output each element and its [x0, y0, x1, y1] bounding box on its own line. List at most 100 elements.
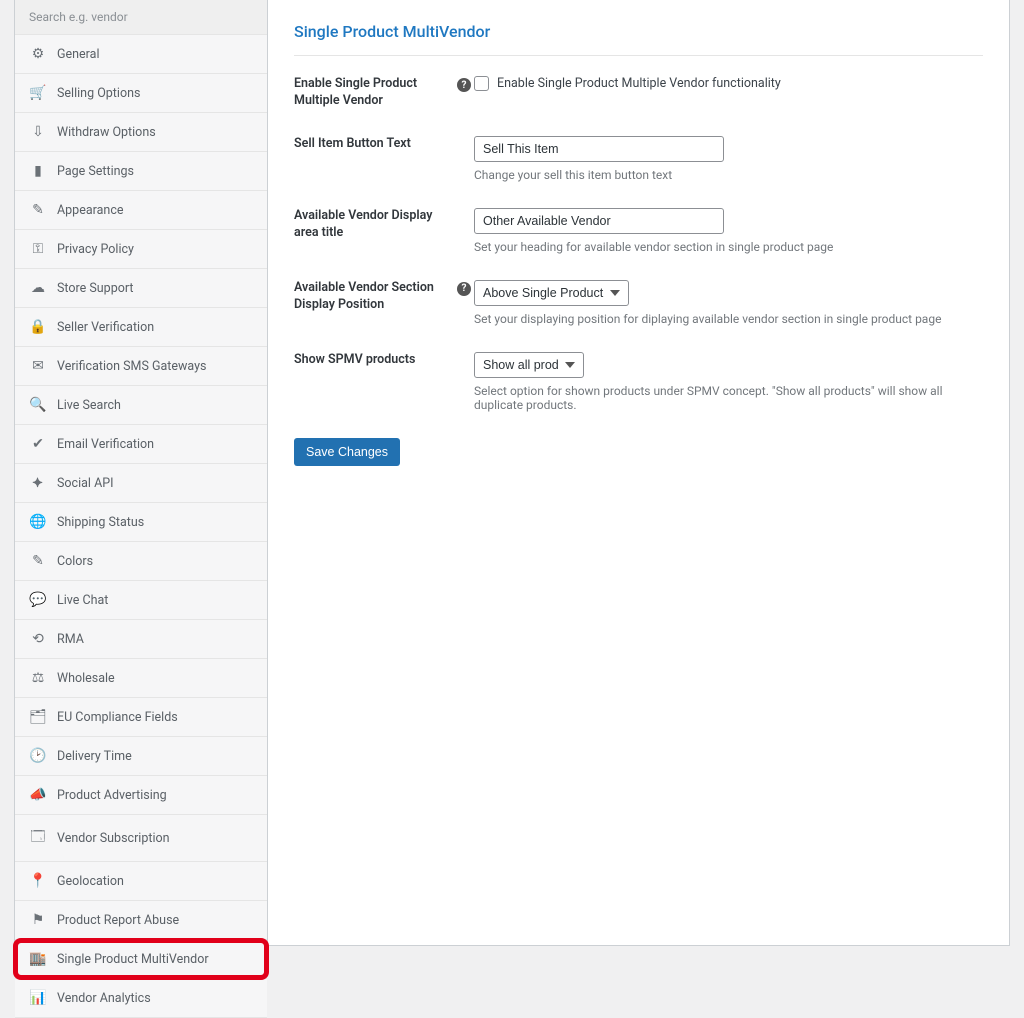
id-icon: 🗂	[29, 709, 47, 725]
sidebar-item-label: Geolocation	[57, 874, 124, 889]
sidebar-item-page-settings[interactable]: ▮ Page Settings	[15, 152, 267, 191]
chat-icon: ☁	[29, 280, 47, 296]
brush-icon: ✎	[29, 202, 47, 218]
sidebar-item-single-product-multivendor[interactable]: 🏬Single Product MultiVendor	[15, 940, 267, 979]
select-show-spmv[interactable]: Show all products	[474, 352, 584, 378]
key-icon: ⚿	[29, 241, 47, 257]
sidebar-item-seller-verification[interactable]: 🔒 Seller Verification	[15, 308, 267, 347]
sidebar-item-geolocation[interactable]: 📍 Geolocation	[15, 862, 267, 901]
label-area-title: Available Vendor Display area title	[294, 208, 454, 242]
label-enable-spmv: Enable Single Product Multiple Vendor	[294, 76, 454, 110]
sidebar-item-label: EU Compliance Fields	[57, 710, 178, 725]
sidebar-item-vendor-subscription[interactable]: 🗔 Vendor Subscription	[15, 815, 267, 862]
settings-container: Search e.g. vendor ⚙ General 🛒Selling Opti…	[0, 0, 1024, 946]
subscription-icon: 🗔	[29, 826, 47, 850]
checkbox-input-enable-spmv[interactable]	[474, 76, 489, 91]
label-display-position: Available Vendor Section Display Positio…	[294, 280, 454, 314]
page-title: Single Product MultiVendor	[294, 22, 983, 56]
sidebar-item-label: Product Report Abuse	[57, 913, 179, 928]
row-show-spmv: Show SPMV products Show all products Sel…	[294, 352, 983, 412]
gear-icon: ⚙	[29, 46, 47, 62]
megaphone-icon: 📣	[29, 787, 47, 803]
checkbox-label-enable-spmv: Enable Single Product Multiple Vendor fu…	[497, 76, 781, 91]
paint-icon: ✎	[29, 553, 47, 569]
sidebar-item-label: Email Verification	[57, 437, 154, 452]
sidebar-item-rma[interactable]: ⟲ RMA	[15, 620, 267, 659]
desc-display-position: Set your displaying position for diplayi…	[474, 312, 983, 326]
sidebar-item-label: Product Advertising	[57, 788, 167, 803]
page-icon: ▮	[29, 163, 47, 179]
sidebar-item-label: Privacy Policy	[57, 242, 134, 257]
sidebar-item-label: Colors	[57, 554, 93, 569]
sidebar-item-appearance[interactable]: ✎ Appearance	[15, 191, 267, 230]
sidebar-item-eu-compliance-fields[interactable]: 🗂 EU Compliance Fields	[15, 698, 267, 737]
checkbox-enable-spmv[interactable]: Enable Single Product Multiple Vendor fu…	[474, 76, 983, 91]
help-icon[interactable]: ?	[457, 78, 471, 92]
row-area-title: Available Vendor Display area title Set …	[294, 208, 983, 254]
sidebar-item-general[interactable]: ⚙ General	[15, 35, 267, 74]
withdraw-icon: ⇩	[29, 124, 47, 140]
refresh-icon: ⟲	[29, 631, 47, 647]
sidebar-item-vendor-analytics[interactable]: 📊 Vendor Analytics	[15, 979, 267, 1018]
sidebar-item-product-advertising[interactable]: 📣 Product Advertising	[15, 776, 267, 815]
desc-show-spmv: Select option for shown products under S…	[474, 384, 983, 412]
sidebar-item-label: Withdraw Options	[57, 125, 156, 140]
sidebar-item-social-api[interactable]: ⯌Social API	[15, 464, 267, 503]
sidebar-item-label: Selling Options	[57, 86, 140, 101]
mail-icon: ✉	[29, 358, 47, 374]
sidebar-item-withdraw-options[interactable]: ⇩ Withdraw Options	[15, 113, 267, 152]
sidebar-item-live-search[interactable]: 🔍 Live Search	[15, 386, 267, 425]
sidebar-item-email-verification[interactable]: ✔ Email Verification	[15, 425, 267, 464]
input-area-title[interactable]	[474, 208, 724, 234]
label-sell-button-text: Sell Item Button Text	[294, 136, 454, 153]
livechat-icon: 💬	[29, 592, 47, 608]
sidebar-item-label: Verification SMS Gateways	[57, 359, 206, 374]
input-sell-button-text[interactable]	[474, 136, 724, 162]
sidebar-item-verification-sms-gateways[interactable]: ✉ Verification SMS Gateways	[15, 347, 267, 386]
sidebar-item-label: Appearance	[57, 203, 124, 218]
row-enable-spmv: Enable Single Product Multiple Vendor ? …	[294, 76, 983, 110]
search-icon: 🔍	[29, 397, 47, 413]
sidebar-item-selling-options[interactable]: 🛒Selling Options	[15, 74, 267, 113]
sidebar-item-label: Page Settings	[57, 164, 134, 179]
sidebar-item-label: Live Search	[57, 398, 121, 413]
chart-icon: 📊	[29, 990, 47, 1006]
sidebar-item-label: Social API	[57, 476, 114, 491]
save-button[interactable]: Save Changes	[294, 438, 400, 466]
sidebar-item-label: General	[57, 47, 100, 62]
sidebar-item-store-support[interactable]: ☁ Store Support	[15, 269, 267, 308]
sidebar-item-privacy-policy[interactable]: ⚿ Privacy Policy	[15, 230, 267, 269]
row-sell-button-text: Sell Item Button Text Change your sell t…	[294, 136, 983, 182]
select-display-position[interactable]: Above Single Product Tabs	[474, 280, 629, 306]
store-icon: 🏬	[29, 951, 47, 967]
label-show-spmv: Show SPMV products	[294, 352, 454, 369]
sidebar-item-wholesale[interactable]: ⚖ Wholesale	[15, 659, 267, 698]
sidebar-item-product-report-abuse[interactable]: ⚑ Product Report Abuse	[15, 901, 267, 940]
settings-main-panel: Single Product MultiVendor Enable Single…	[268, 0, 1010, 946]
lock-icon: 🔒	[29, 319, 47, 335]
flag-icon: ⚑	[29, 912, 47, 928]
desc-area-title: Set your heading for available vendor se…	[474, 240, 983, 254]
row-display-position: Available Vendor Section Display Positio…	[294, 280, 983, 326]
sidebar-item-delivery-time[interactable]: 🕑 Delivery Time	[15, 737, 267, 776]
pin-icon: 📍	[29, 873, 47, 889]
sidebar-item-label: Vendor Analytics	[57, 991, 151, 1006]
globe-icon: 🌐	[29, 514, 47, 530]
sidebar-item-label: Shipping Status	[57, 515, 144, 530]
sidebar-item-label: Delivery Time	[57, 749, 132, 764]
sidebar-item-label: Seller Verification	[57, 320, 154, 335]
sidebar-item-label: Wholesale	[57, 671, 115, 686]
clock-icon: 🕑	[29, 748, 47, 764]
sidebar-item-label: Vendor Subscription	[57, 831, 170, 846]
sidebar-item-label: Store Support	[57, 281, 133, 296]
sidebar-item-shipping-status[interactable]: 🌐 Shipping Status	[15, 503, 267, 542]
shield-check-icon: ✔	[29, 436, 47, 452]
sidebar-item-colors[interactable]: ✎ Colors	[15, 542, 267, 581]
sidebar-item-label: RMA	[57, 632, 84, 647]
sidebar-search-input[interactable]: Search e.g. vendor	[15, 0, 267, 35]
sidebar-item-live-chat[interactable]: 💬 Live Chat	[15, 581, 267, 620]
sidebar-item-label: Live Chat	[57, 593, 108, 608]
help-icon[interactable]: ?	[457, 282, 471, 296]
desc-sell-button-text: Change your sell this item button text	[474, 168, 983, 182]
wholesale-icon: ⚖	[29, 670, 47, 686]
